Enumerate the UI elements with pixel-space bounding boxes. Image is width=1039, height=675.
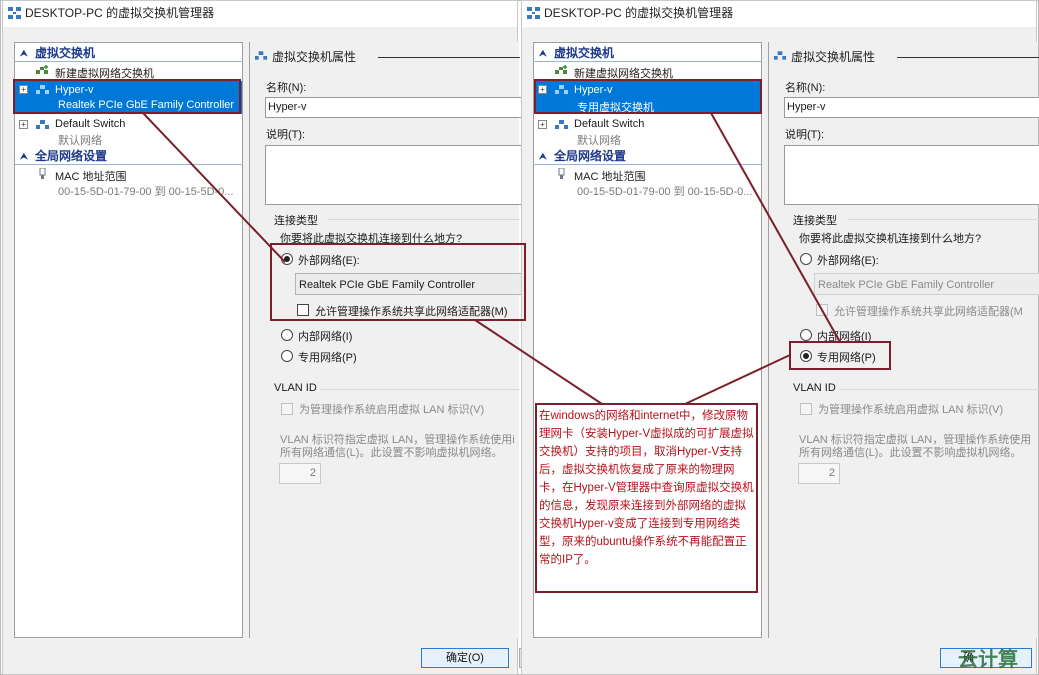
watermark-logo: 云计算 [958,649,1018,671]
new-switch-icon [555,65,567,74]
name-label: 名称(N): [785,82,826,94]
private-network-radio[interactable] [281,350,293,362]
highlight-box-right-hyperv [534,79,762,114]
properties-title: 虚拟交换机属性 [791,50,876,64]
section-global-network[interactable]: ⮝ 全局网络设置 [15,148,242,164]
vlan-description-line2: 所有网络通信(L)。此设置不影响虚拟机网络。 [280,447,503,459]
section-divider [15,164,242,165]
window-title: DESKTOP-PC 的虚拟交换机管理器 [25,6,215,20]
section-divider [15,61,242,62]
mac-range-value: 00-15-5D-01-79-00 到 00-15-5D-0... [577,186,753,198]
connection-type-group-label: 连接类型 [793,215,837,227]
properties-header: 虚拟交换机属性 [254,48,356,65]
app-icon [8,7,21,19]
switch-properties-pane: 虚拟交换机属性 名称(N): Hyper-v 说明(T): 连接类型 你要将此虚… [768,42,1039,638]
switch-properties-pane: 虚拟交换机属性 名称(N): Hyper-v 说明(T): 连接类型 你要将此虚… [249,42,525,638]
default-switch-sub: 默认网络 [577,135,621,147]
name-input[interactable]: Hyper-v [784,97,1039,118]
vlan-id-input[interactable]: 2 [279,463,321,484]
section-divider [534,164,761,165]
name-input[interactable]: Hyper-v [265,97,523,118]
vlan-id-input[interactable]: 2 [798,463,840,484]
vlan-enable-checkbox[interactable] [281,403,293,415]
tree-item-mac-range[interactable]: MAC 地址范围 00-15-5D-01-79-00 到 00-15-5D-0.… [15,167,242,198]
description-label: 说明(T): [785,129,825,141]
highlight-box-left-external [270,243,526,321]
annotation-note: 在windows的网络和internet中，修改原物理网卡（安装Hyper-V虚… [535,403,758,593]
vlan-description-line2: 所有网络通信(L)。此设置不影响虚拟机网络。 [799,447,1022,459]
external-network-label: 外部网络(E): [817,255,879,267]
section-label: 虚拟交换机 [35,46,96,60]
header-rule [897,57,1039,58]
switch-tree-pane: ⮝ 虚拟交换机 新建虚拟网络交换机 + Hyper-v Realtek PCIe… [14,42,243,638]
internal-network-label: 内部网络(I) [298,331,353,343]
network-switch-icon [773,51,787,60]
internal-network-radio[interactable] [800,329,812,341]
mac-address-icon [39,168,46,179]
expand-plus-icon[interactable]: + [19,120,28,129]
network-switch-icon [254,51,268,60]
section-label: 全局网络设置 [35,149,108,163]
connection-type-group-label: 连接类型 [274,215,318,227]
new-virtual-switch-item[interactable]: 新建虚拟网络交换机 [15,64,242,80]
section-label: 虚拟交换机 [554,46,615,60]
tree-item-default-switch[interactable]: + Default Switch 默认网络 [534,116,761,147]
vlan-enable-checkbox[interactable] [800,403,812,415]
window-titlebar: DESKTOP-PC 的虚拟交换机管理器 [522,1,1036,27]
description-label: 说明(T): [266,129,306,141]
highlight-box-right-private [789,341,891,370]
vlan-enable-label: 为管理操作系统启用虚拟 LAN 标识(V) [299,404,485,416]
default-switch-name: Default Switch [55,118,126,130]
allow-share-label: 允许管理操作系统共享此网络适配器(M [834,306,1023,318]
ok-button[interactable]: 确定(O) [421,648,509,668]
group-rule [320,389,520,390]
collapse-chevron-icon: ⮝ [539,48,547,58]
group-rule [839,389,1039,390]
network-adapter-select[interactable]: Realtek PCIe GbE Family Controller [814,273,1039,295]
default-switch-name: Default Switch [574,118,645,130]
mac-range-name: MAC 地址范围 [55,171,127,183]
expand-plus-icon[interactable]: + [538,120,547,129]
allow-management-share-checkbox[interactable] [816,304,828,316]
mac-range-value: 00-15-5D-01-79-00 到 00-15-5D-0... [58,186,234,198]
private-network-label: 专用网络(P) [298,352,357,364]
vlan-enable-label: 为管理操作系统启用虚拟 LAN 标识(V) [818,404,1004,416]
highlight-box-left-hyperv [13,79,241,114]
window-title: DESKTOP-PC 的虚拟交换机管理器 [544,6,734,20]
network-switch-icon [36,120,49,129]
window-titlebar: DESKTOP-PC 的虚拟交换机管理器 [3,1,517,27]
collapse-chevron-icon: ⮝ [539,151,547,161]
network-switch-icon [555,120,568,129]
collapse-chevron-icon: ⮝ [20,48,28,58]
description-input[interactable] [265,145,523,205]
section-divider [534,61,761,62]
internal-network-radio[interactable] [281,329,293,341]
vlan-group-label: VLAN ID [793,382,836,394]
tree-item-default-switch[interactable]: + Default Switch 默认网络 [15,116,242,147]
default-switch-sub: 默认网络 [58,135,102,147]
section-global-network[interactable]: ⮝ 全局网络设置 [534,148,761,164]
section-label: 全局网络设置 [554,149,627,163]
header-rule [378,57,520,58]
section-virtual-switches[interactable]: ⮝ 虚拟交换机 [534,45,761,61]
connection-question: 你要将此虚拟交换机连接到什么地方? [799,233,982,245]
app-icon [527,7,540,19]
section-virtual-switches[interactable]: ⮝ 虚拟交换机 [15,45,242,61]
collapse-chevron-icon: ⮝ [20,151,28,161]
mac-range-name: MAC 地址范围 [574,171,646,183]
new-switch-icon [36,65,48,74]
new-virtual-switch-item[interactable]: 新建虚拟网络交换机 [534,64,761,80]
name-label: 名称(N): [266,82,307,94]
vlan-group-label: VLAN ID [274,382,317,394]
mac-address-icon [558,168,565,179]
group-rule [847,219,1039,220]
tree-item-mac-range[interactable]: MAC 地址范围 00-15-5D-01-79-00 到 00-15-5D-0.… [534,167,761,198]
group-rule [328,219,520,220]
description-input[interactable] [784,145,1039,205]
external-network-radio[interactable] [800,253,812,265]
properties-title: 虚拟交换机属性 [272,50,357,64]
properties-header: 虚拟交换机属性 [773,48,875,65]
